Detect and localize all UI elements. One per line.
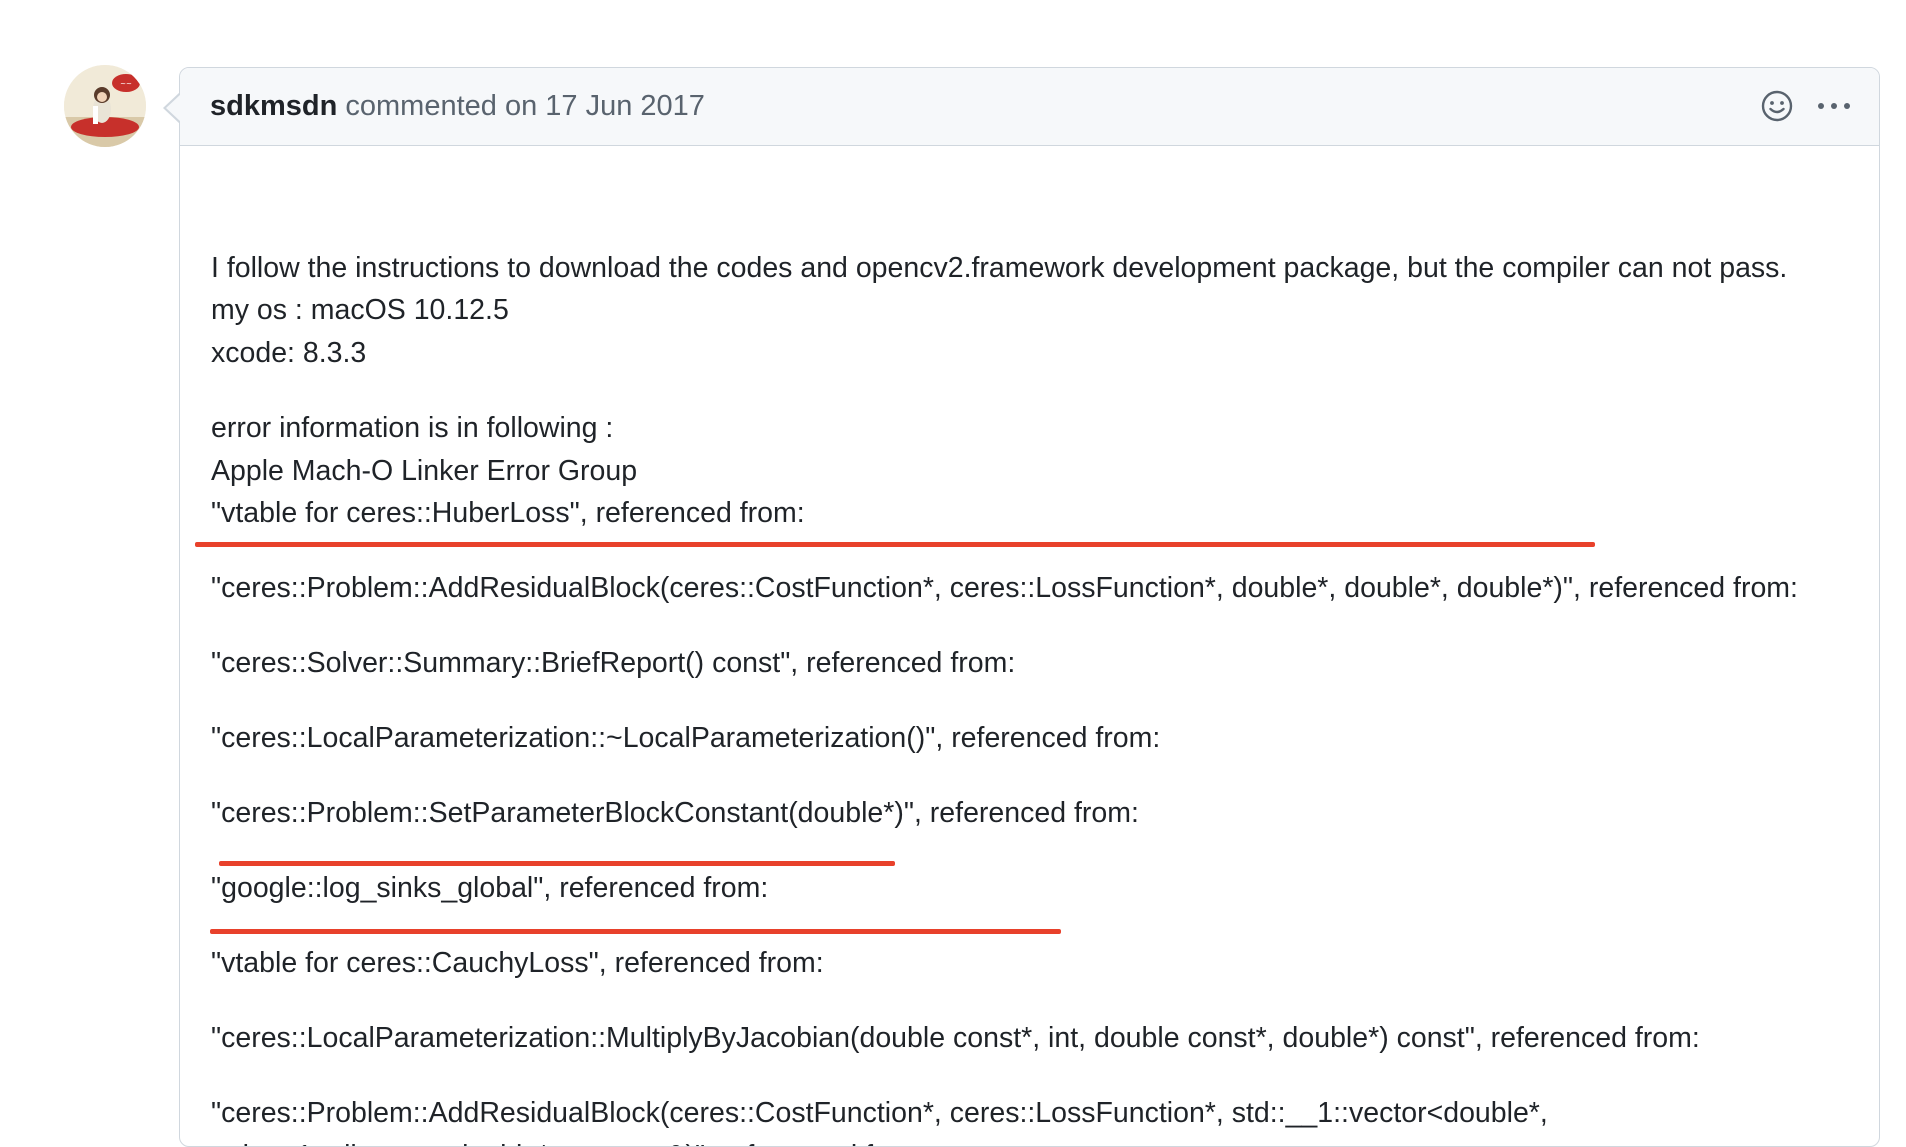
comment-timestamp[interactable]: on 17 Jun 2017	[505, 90, 705, 122]
avatar-image: ~~	[64, 65, 146, 147]
body-line: "ceres::LocalParameterization::MultiplyB…	[211, 1022, 1700, 1054]
body-line: "vtable for ceres::HuberLoss", reference…	[211, 497, 805, 529]
body-line: my os : macOS 10.12.5	[211, 294, 509, 326]
svg-text:~~: ~~	[120, 80, 132, 88]
comment-header: sdkmsdn commented on 17 Jun 2017	[180, 68, 1879, 146]
body-line: "ceres::Solver::Summary::BriefReport() c…	[211, 647, 1016, 679]
annotation-underline	[195, 542, 1595, 547]
body-line: "ceres::Problem::AddResidualBlock(ceres:…	[211, 572, 1798, 604]
comment-menu-button[interactable]	[1812, 88, 1856, 124]
author-link[interactable]: sdkmsdn	[210, 90, 337, 122]
annotation-underline	[219, 861, 895, 866]
comment-header-text: sdkmsdn commented on 17 Jun 2017	[210, 88, 705, 124]
body-line: "google::log_sinks_global", referenced f…	[211, 872, 769, 904]
reaction-button[interactable]	[1759, 88, 1795, 124]
comment-box: sdkmsdn commented on 17 Jun 2017 I follo…	[179, 67, 1880, 1147]
body-line: I follow the instructions to download th…	[211, 252, 1788, 284]
body-line: error information is in following :	[211, 412, 614, 444]
avatar[interactable]: ~~	[64, 65, 146, 147]
comment-action: commented	[345, 90, 497, 122]
annotation-underline	[210, 929, 1061, 934]
smiley-icon	[1761, 90, 1793, 122]
body-line: "ceres::LocalParameterization::~LocalPar…	[211, 722, 1161, 754]
body-line: xcode: 8.3.3	[211, 337, 367, 369]
body-line: "vtable for ceres::CauchyLoss", referenc…	[211, 947, 824, 979]
body-line: std::__1::allocator<double*> > const&)",…	[211, 1138, 930, 1146]
body-line: "ceres::Problem::AddResidualBlock(ceres:…	[211, 1097, 1548, 1129]
body-line: "ceres::Problem::SetParameterBlockConsta…	[211, 797, 1139, 829]
body-line: Apple Mach-O Linker Error Group	[211, 455, 638, 487]
kebab-horizontal-icon	[1818, 103, 1850, 109]
comment-caret-fill	[166, 94, 181, 122]
